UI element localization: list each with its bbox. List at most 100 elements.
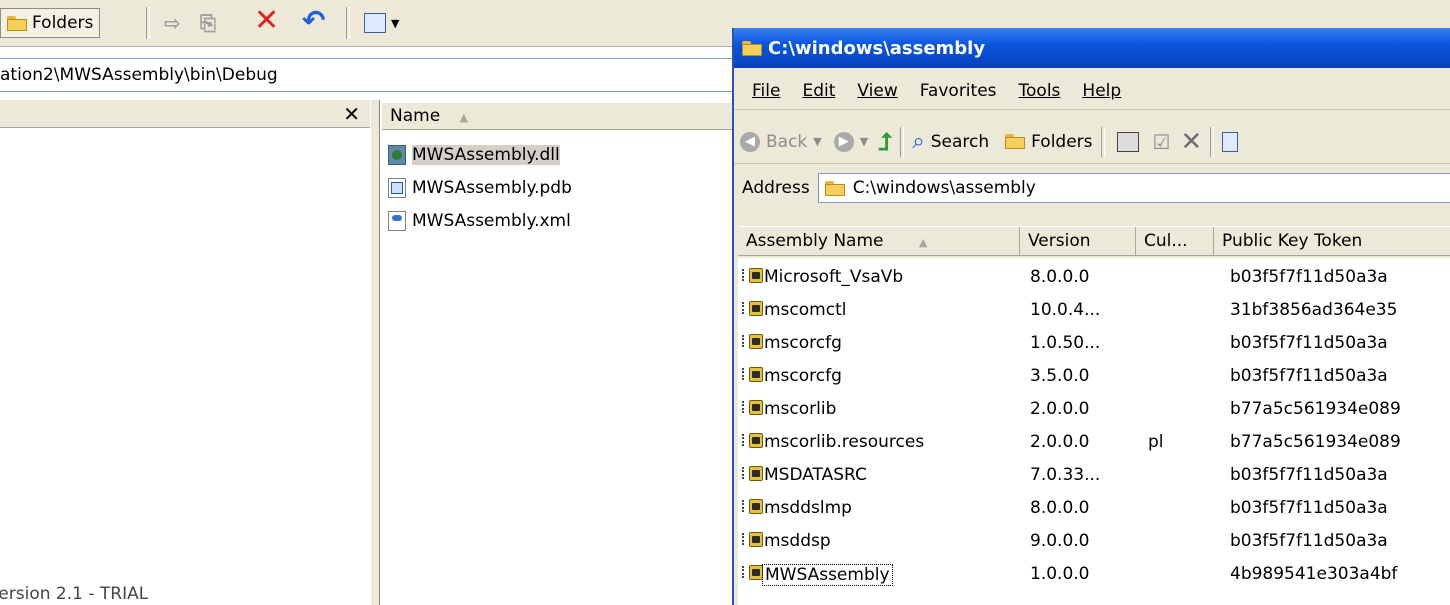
- menu-file[interactable]: File: [752, 81, 780, 101]
- copy-to-button[interactable]: ⎘: [194, 8, 222, 38]
- table-row[interactable]: msddsp 9.0.0.0 b03f5f7f11d50a3a: [738, 525, 1450, 557]
- assembly-icon: [742, 432, 764, 450]
- menu-help[interactable]: Help: [1082, 81, 1121, 101]
- assembly-icon: [742, 300, 764, 318]
- version-cell: 1.0.0.0: [1030, 564, 1090, 584]
- delete-icon[interactable]: ✕: [1180, 127, 1202, 157]
- address-field[interactable]: C:\windows\assembly: [817, 173, 1450, 203]
- assembly-icon: [742, 366, 764, 384]
- folders-button[interactable]: Folders: [1005, 132, 1093, 152]
- name-column-label: Name: [390, 106, 441, 126]
- table-row[interactable]: mscorlib.resources 2.0.0.0 pl b77a5c5619…: [738, 426, 1450, 458]
- assembly-list: Microsoft_VsaVb 8.0.0.0 b03f5f7f11d50a3a…: [738, 258, 1450, 605]
- assembly-window: C:\windows\assembly File Edit View Favor…: [732, 28, 1450, 605]
- version-cell: 10.0.4...: [1030, 300, 1101, 320]
- public-key-token-cell: 31bf3856ad364e35: [1230, 300, 1398, 320]
- assembly-icon: [742, 333, 764, 351]
- version-cell: 7.0.33...: [1030, 465, 1101, 485]
- file-row-pdb[interactable]: MWSAssembly.pdb: [388, 174, 572, 202]
- name-column-header[interactable]: Name ▲: [382, 102, 742, 130]
- file-row-xml[interactable]: MWSAssembly.xml: [388, 207, 571, 235]
- table-row[interactable]: MSDATASRC 7.0.33... b03f5f7f11d50a3a: [738, 459, 1450, 491]
- undo-icon: ↶: [302, 4, 326, 37]
- version-cell: 3.5.0.0: [1030, 366, 1090, 386]
- version-cell: 1.0.50...: [1030, 333, 1101, 353]
- pdb-file-icon: [388, 178, 406, 198]
- address-label: Address: [742, 178, 810, 198]
- back-dropdown-arrow-icon: ▼: [813, 135, 822, 148]
- address-value: C:\windows\assembly: [852, 178, 1036, 198]
- table-row[interactable]: mscorlib 2.0.0.0 b77a5c561934e089: [738, 393, 1450, 425]
- views-icon[interactable]: [1222, 131, 1239, 152]
- menu-edit[interactable]: Edit: [802, 81, 835, 101]
- public-key-token-cell: 4b989541e303a4bf: [1230, 564, 1398, 584]
- undo-button[interactable]: ↶: [296, 6, 331, 36]
- table-row[interactable]: mscorcfg 1.0.50... b03f5f7f11d50a3a: [738, 327, 1450, 359]
- table-row[interactable]: MWSAssembly 1.0.0.0 4b989541e303a4bf: [738, 558, 1450, 590]
- column-label: Cul...: [1144, 231, 1188, 251]
- menu-tools[interactable]: Tools: [1019, 81, 1061, 101]
- table-row[interactable]: Microsoft_VsaVb 8.0.0.0 b03f5f7f11d50a3a: [738, 261, 1450, 293]
- version-cell: 2.0.0.0: [1030, 432, 1090, 452]
- file-name: MWSAssembly.dll: [412, 145, 560, 165]
- column-header-public-key-token[interactable]: Public Key Token: [1214, 227, 1450, 255]
- menu-file-label: File: [752, 80, 781, 101]
- assembly-icon: [742, 564, 764, 582]
- column-header-version[interactable]: Version: [1020, 227, 1136, 255]
- properties-icon[interactable]: [1116, 131, 1139, 152]
- menu-edit-label: Edit: [802, 80, 836, 101]
- table-row[interactable]: mscorcfg 3.5.0.0 b03f5f7f11d50a3a: [738, 360, 1450, 392]
- table-row[interactable]: mscomctl 10.0.4... 31bf3856ad364e35: [738, 294, 1450, 326]
- version-cell: 8.0.0.0: [1030, 267, 1090, 287]
- assembly-name-cell: MWSAssembly: [762, 564, 893, 586]
- folders-button-label: Folders: [32, 13, 94, 33]
- window-title: C:\windows\assembly: [768, 37, 986, 59]
- up-folder-icon[interactable]: ⮥: [878, 128, 892, 156]
- background-status-text: Version 2.1 - TRIAL: [0, 584, 149, 604]
- column-header-culture[interactable]: Cul...: [1136, 227, 1214, 255]
- column-label: Assembly Name: [746, 231, 884, 251]
- move-to-button[interactable]: ⇨: [158, 8, 187, 38]
- forward-button[interactable]: ▶ ▼: [833, 131, 868, 152]
- close-pane-icon[interactable]: ✕: [343, 102, 360, 126]
- pane-splitter[interactable]: [370, 100, 380, 605]
- background-left-pane-header: ✕: [0, 100, 370, 128]
- assembly-name-cell: msddslmp: [764, 498, 852, 518]
- folder-icon: [1005, 134, 1026, 149]
- assembly-name-cell: Microsoft_VsaVb: [764, 267, 904, 287]
- menu-bar: File Edit View Favorites Tools Help: [734, 72, 1450, 110]
- background-address-text: ation2\MWSAssembly\bin\Debug: [0, 65, 278, 85]
- file-row-dll[interactable]: MWSAssembly.dll: [388, 141, 560, 169]
- menu-favorites[interactable]: Favorites: [920, 81, 997, 101]
- toolbar-separator: [1100, 126, 1105, 157]
- assembly-name-cell: msddsp: [764, 531, 831, 551]
- table-row[interactable]: msddslmp 8.0.0.0 b03f5f7f11d50a3a: [738, 492, 1450, 524]
- assembly-window-titlebar[interactable]: C:\windows\assembly: [734, 28, 1450, 68]
- menu-view[interactable]: View: [857, 81, 897, 101]
- folder-icon: [742, 40, 762, 56]
- file-name: MWSAssembly.xml: [412, 211, 571, 231]
- column-label: Version: [1028, 231, 1091, 251]
- menu-help-label: Help: [1082, 80, 1122, 101]
- views-button[interactable]: ▼: [358, 8, 405, 38]
- check-icon[interactable]: ☑: [1153, 130, 1171, 154]
- dll-file-icon: [388, 145, 406, 165]
- public-key-token-cell: b03f5f7f11d50a3a: [1230, 366, 1388, 386]
- delete-button[interactable]: ✕: [248, 6, 285, 36]
- menu-view-label: View: [857, 80, 898, 101]
- sort-ascending-icon: ▲: [459, 111, 469, 124]
- assembly-icon: [742, 531, 764, 549]
- folder-icon: [824, 180, 845, 196]
- forward-arrow-icon: ▶: [833, 131, 854, 152]
- toolbar-separator: [900, 126, 905, 157]
- background-address-field[interactable]: ation2\MWSAssembly\bin\Debug: [0, 58, 740, 92]
- search-button[interactable]: ⌕ Search: [912, 129, 989, 154]
- column-header-assembly-name[interactable]: Assembly Name ▲: [738, 227, 1020, 255]
- back-button-label: Back: [766, 131, 808, 152]
- folders-button[interactable]: Folders: [0, 8, 101, 38]
- public-key-token-cell: b03f5f7f11d50a3a: [1230, 333, 1388, 353]
- search-button-label: Search: [930, 131, 990, 152]
- version-cell: 2.0.0.0: [1030, 399, 1090, 419]
- back-button[interactable]: ◀ Back ▼: [740, 131, 822, 152]
- back-arrow-icon: ◀: [740, 131, 760, 152]
